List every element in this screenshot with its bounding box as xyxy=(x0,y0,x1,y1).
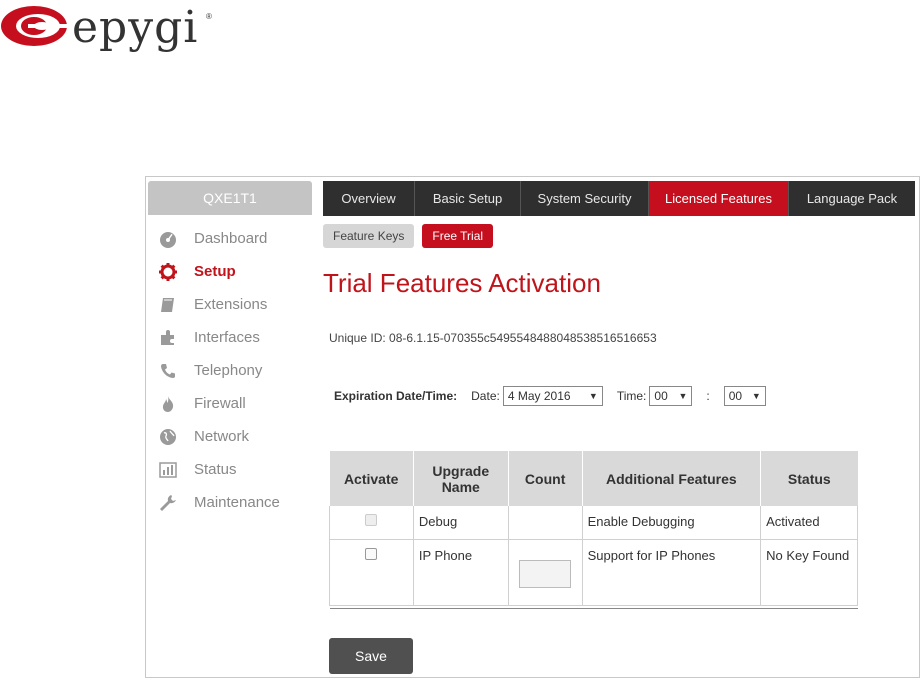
unique-id: Unique ID: 08-6.1.15-070355c549554848804… xyxy=(329,331,657,345)
page-title: Trial Features Activation xyxy=(323,268,601,298)
time-separator: : xyxy=(706,389,710,403)
top-navigation: Overview Basic Setup System Security Lic… xyxy=(323,181,915,216)
sidebar-item-extensions[interactable]: Extensions xyxy=(158,288,318,321)
tab-overview[interactable]: Overview xyxy=(323,181,415,216)
sidebar-item-status[interactable]: Status xyxy=(158,453,318,486)
sidebar-item-maintenance[interactable]: Maintenance xyxy=(158,486,318,519)
subtabs: Feature Keys Free Trial xyxy=(323,224,494,248)
book-icon xyxy=(158,295,178,315)
sidebar-item-label: Interfaces xyxy=(194,329,260,346)
column-header-activate: Activate xyxy=(329,451,414,506)
time-label: Time: xyxy=(616,389,647,403)
count-cell xyxy=(508,506,583,540)
count-cell xyxy=(508,539,583,606)
phone-icon xyxy=(158,361,178,381)
additional-features-cell: Enable Debugging xyxy=(582,506,762,540)
sidebar-item-label: Network xyxy=(194,428,250,445)
column-header-status: Status xyxy=(760,451,858,506)
upgrade-name-cell: IP Phone xyxy=(413,539,509,606)
tab-language-pack[interactable]: Language Pack xyxy=(789,181,915,216)
tab-system-security[interactable]: System Security xyxy=(521,181,649,216)
sidebar-item-label: Extensions xyxy=(194,296,268,313)
upgrade-name-cell: Debug xyxy=(413,506,509,540)
logo-mark-icon xyxy=(1,6,68,46)
status-cell: Activated xyxy=(760,506,858,540)
puzzle-icon xyxy=(158,328,178,348)
sidebar-item-label: Firewall xyxy=(194,395,246,412)
table-rule xyxy=(329,604,858,609)
date-select[interactable]: 4 May 2016 ▼ xyxy=(502,386,603,406)
minute-select[interactable]: 00 ▼ xyxy=(723,386,766,406)
expiration-label: Expiration Date/Time: xyxy=(334,389,458,403)
logo-wordmark: epygi xyxy=(72,2,199,53)
chevron-down-icon: ▼ xyxy=(751,391,761,401)
wrench-icon xyxy=(158,493,178,513)
dashboard-icon xyxy=(158,229,178,249)
subtab-feature-keys[interactable]: Feature Keys xyxy=(323,224,415,248)
sidebar-item-telephony[interactable]: Telephony xyxy=(158,354,318,387)
date-value: 4 May 2016 xyxy=(507,389,571,403)
sidebar-item-setup[interactable]: Setup xyxy=(158,255,318,288)
sidebar-item-label: Status xyxy=(194,461,237,478)
activate-checkbox xyxy=(365,514,378,526)
save-button[interactable]: Save xyxy=(329,638,413,674)
device-name: QXE1T1 xyxy=(148,181,312,215)
table-row: Debug Enable Debugging Activated xyxy=(329,506,858,540)
subtab-free-trial[interactable]: Free Trial xyxy=(422,224,494,248)
count-input[interactable] xyxy=(519,559,572,588)
sidebar-item-dashboard[interactable]: Dashboard xyxy=(158,222,318,255)
globe-icon xyxy=(158,427,178,447)
tab-licensed-features[interactable]: Licensed Features xyxy=(649,181,789,216)
sidebar-item-firewall[interactable]: Firewall xyxy=(158,387,318,420)
sidebar-item-interfaces[interactable]: Interfaces xyxy=(158,321,318,354)
expiration-row: Expiration Date/Time: Date: 4 May 2016 ▼… xyxy=(334,385,766,407)
trial-features-table: Activate Upgrade Name Count Additional F… xyxy=(329,451,858,609)
sidebar-item-label: Setup xyxy=(194,263,236,280)
activate-cell xyxy=(329,506,414,540)
chevron-down-icon: ▼ xyxy=(678,391,688,401)
sidebar: Dashboard Setup Extensions Interfaces Te… xyxy=(158,222,318,519)
additional-features-cell: Support for IP Phones xyxy=(582,539,762,606)
sidebar-item-network[interactable]: Network xyxy=(158,420,318,453)
bar-chart-icon xyxy=(158,460,178,480)
sidebar-item-label: Maintenance xyxy=(194,494,280,511)
minute-value: 00 xyxy=(728,389,743,403)
status-cell: No Key Found xyxy=(760,539,858,606)
hour-value: 00 xyxy=(654,389,668,403)
epygi-logo: epygi ® xyxy=(0,0,230,60)
tab-basic-setup[interactable]: Basic Setup xyxy=(415,181,521,216)
chevron-down-icon: ▼ xyxy=(588,391,598,401)
table-header-row: Activate Upgrade Name Count Additional F… xyxy=(329,451,858,506)
column-header-additional-features: Additional Features xyxy=(582,451,762,506)
column-header-count: Count xyxy=(508,451,583,506)
table-bottom-rule xyxy=(329,604,858,609)
gear-icon xyxy=(158,262,178,282)
registered-mark: ® xyxy=(206,12,212,21)
sidebar-item-label: Telephony xyxy=(194,362,263,379)
activate-cell xyxy=(329,539,414,606)
date-label: Date: xyxy=(471,389,500,403)
flame-icon xyxy=(158,394,178,414)
hour-select[interactable]: 00 ▼ xyxy=(649,386,693,406)
sidebar-item-label: Dashboard xyxy=(194,230,268,247)
activate-checkbox[interactable] xyxy=(365,547,378,560)
table-row: IP Phone Support for IP Phones No Key Fo… xyxy=(329,539,858,606)
column-header-upgrade-name: Upgrade Name xyxy=(413,451,509,506)
